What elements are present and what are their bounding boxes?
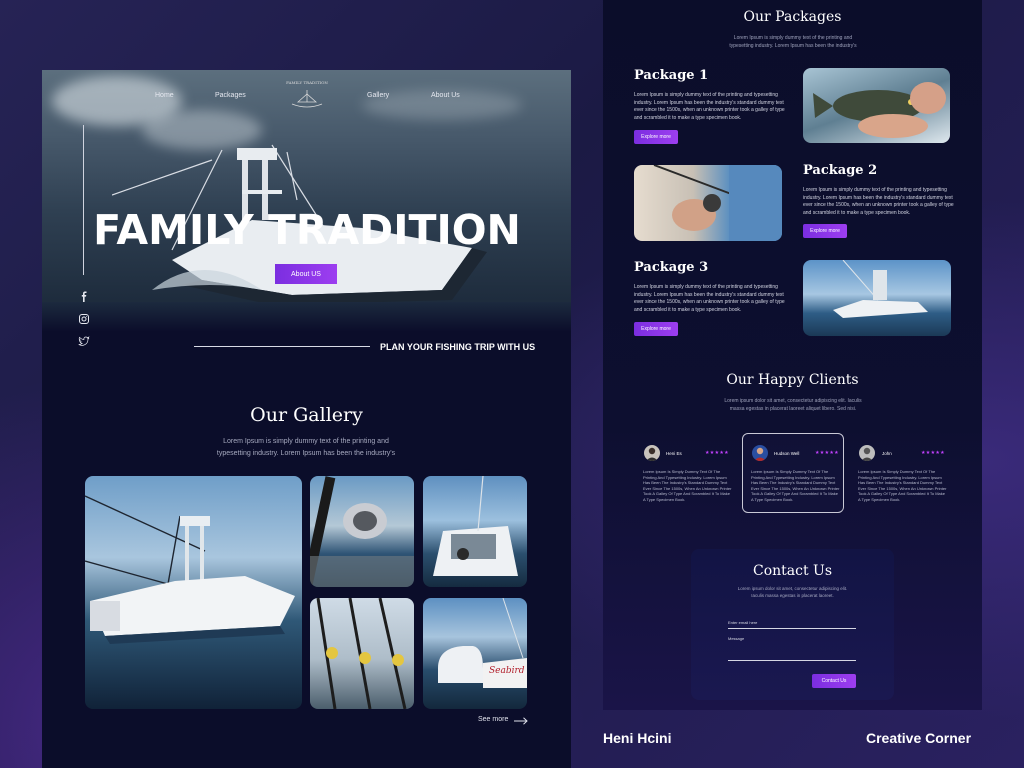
rating-stars: ★★★★★: [705, 450, 729, 456]
package-3-image: [803, 260, 951, 336]
boat-photo: [85, 495, 295, 644]
email-underline: [728, 628, 856, 629]
sea-band: [42, 302, 571, 332]
avatar: [644, 445, 660, 461]
svg-text:Seabird: Seabird: [489, 666, 525, 676]
rating-stars: ★★★★★: [921, 450, 945, 456]
package-3-description: Lorem Ipsum is simply dummy text of the …: [634, 284, 785, 313]
cabin-photo: [433, 476, 518, 576]
gallery-description: Lorem Ipsum is simply dummy text of the …: [216, 438, 396, 457]
package-1-title: Package 1: [634, 68, 709, 83]
client-testimonial: Lorem Ipsum Is Simply Dummy Text Of The …: [858, 469, 947, 502]
package-1-explore-button[interactable]: Explore more: [634, 130, 678, 144]
message-field[interactable]: Message: [728, 636, 744, 641]
gallery-image-engines[interactable]: Seabird: [423, 598, 527, 709]
engines-photo: Seabird: [438, 598, 527, 688]
package-3-title: Package 3: [634, 260, 709, 275]
contact-form: Contact Us Lorem ipsum dolor sit amet, c…: [691, 549, 894, 700]
see-more-link[interactable]: See more: [478, 716, 508, 723]
clients-subtitle: Lorem ipsum dolor sit amet, consectetur …: [724, 398, 862, 412]
package-2-image: [634, 165, 782, 241]
gallery-image-rods[interactable]: [310, 598, 414, 709]
plan-trip-text: PLAN YOUR FISHING TRIP WITH US: [380, 342, 536, 352]
hero-title: FAMILY TRADITION: [93, 206, 521, 254]
client-name: Heni Es: [666, 451, 682, 456]
email-field[interactable]: Enter email here: [728, 620, 757, 625]
nav-packages[interactable]: Packages: [215, 92, 246, 99]
packages-page-preview: Our Packages Lorem Ipsum is simply dummy…: [603, 0, 982, 710]
clients-title: Our Happy Clients: [726, 372, 859, 388]
client-testimonial: Lorem Ipsum Is Simply Dummy Text Of The …: [751, 469, 840, 502]
instagram-icon[interactable]: [78, 313, 90, 325]
contact-subtitle: Lorem ipsum dolor sit amet, consectetur …: [737, 586, 848, 598]
package-3-explore-button[interactable]: Explore more: [634, 322, 678, 336]
logo-emblem-icon: [291, 90, 323, 108]
rods-photo: [316, 598, 407, 709]
packages-title: Our Packages: [743, 9, 842, 25]
author-name: Heni Hcini: [603, 730, 672, 746]
rating-stars: ★★★★★: [815, 450, 839, 456]
message-underline: [728, 660, 856, 661]
package-1-description: Lorem Ipsum is simply dummy text of the …: [634, 92, 785, 121]
package-2-title: Package 2: [803, 163, 878, 178]
contact-title: Contact Us: [752, 563, 833, 579]
about-us-button[interactable]: About US: [275, 264, 337, 284]
avatar: [859, 445, 875, 461]
twitter-icon[interactable]: [78, 335, 90, 347]
fish-photo: [813, 82, 946, 138]
plan-divider: [194, 346, 370, 347]
nav-home[interactable]: Home: [155, 92, 174, 99]
brand-logo[interactable]: FAMILY TRADITION: [286, 78, 328, 112]
arrow-right-icon[interactable]: [514, 717, 528, 725]
nav-gallery[interactable]: Gallery: [367, 92, 389, 99]
gallery-image-reel[interactable]: [310, 476, 414, 587]
package-2-description: Lorem Ipsum is simply dummy text of the …: [803, 187, 954, 216]
gallery-image-cabin[interactable]: [423, 476, 527, 587]
packages-subtitle: Lorem Ipsum is simply dummy text of the …: [729, 35, 857, 49]
client-testimonial: Lorem Ipsum Is Simply Dummy Text Of The …: [643, 469, 732, 502]
avatar: [752, 445, 768, 461]
reel-hand-photo: [653, 165, 782, 241]
client-name: Hudson Well: [774, 451, 800, 456]
package-1-image: [803, 68, 950, 143]
gallery-title: Our Gallery: [250, 404, 363, 426]
nav-about[interactable]: About Us: [431, 92, 460, 99]
client-name: John: [882, 451, 892, 456]
studio-name: Creative Corner: [866, 730, 972, 746]
facebook-icon[interactable]: [78, 291, 90, 303]
offshore-boat-photo: [833, 260, 928, 318]
package-2-explore-button[interactable]: Explore more: [803, 224, 847, 238]
logo-text: FAMILY TRADITION: [286, 80, 328, 85]
reel-photo: [310, 476, 414, 587]
contact-us-button[interactable]: Contact Us: [812, 674, 856, 688]
gallery-image-boat[interactable]: [85, 476, 302, 709]
landing-page-preview: Home Packages FAMILY TRADITION Gallery A…: [42, 70, 571, 768]
